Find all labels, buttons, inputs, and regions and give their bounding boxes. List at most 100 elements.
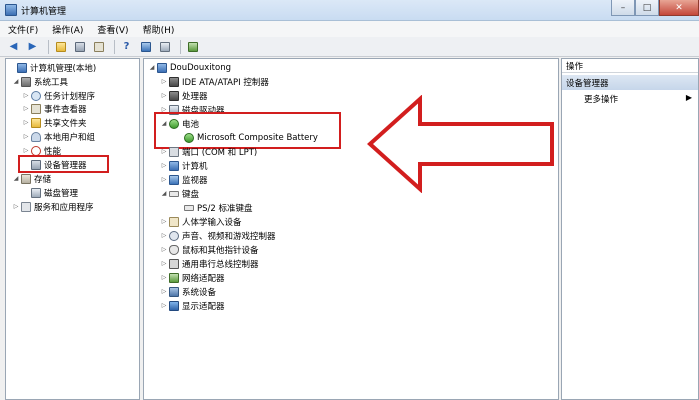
actions-header: 操作	[562, 59, 698, 73]
tree-label: 声音、视频和游戏控制器	[182, 231, 276, 242]
computer-icon	[17, 62, 27, 73]
tree-label: PS/2 标准键盘	[197, 203, 253, 214]
processor-icon	[169, 90, 179, 101]
usb-icon	[169, 258, 179, 269]
device-network[interactable]: ▷ 网络适配器	[160, 271, 225, 284]
device-ide[interactable]: ▷ IDE ATA/ATAPI 控制器	[160, 75, 269, 88]
tree-label: 存储	[34, 174, 52, 185]
device-manager-highlight-box	[18, 155, 109, 173]
maximize-button[interactable]: □	[635, 0, 659, 16]
expand-arrow-icon[interactable]: ▷	[160, 273, 168, 282]
users-icon	[31, 131, 41, 142]
expand-arrow-icon[interactable]: ▷	[22, 132, 30, 141]
expand-arrow-icon[interactable]: ▷	[160, 301, 168, 310]
expand-arrow-icon[interactable]: ▷	[160, 217, 168, 226]
tree-event-viewer[interactable]: ▷ 事件查看器	[22, 102, 87, 115]
tree-label: 服务和应用程序	[34, 202, 94, 213]
expand-arrow-icon[interactable]: ▷	[22, 118, 30, 127]
expand-arrow-icon[interactable]: ▷	[22, 104, 30, 113]
actions-section-device-manager[interactable]: 设备管理器	[562, 75, 698, 90]
up-icon[interactable]	[53, 39, 68, 54]
battery-highlight-box	[154, 112, 341, 149]
more-actions-link[interactable]: 更多操作	[584, 93, 618, 105]
port-icon	[169, 146, 179, 157]
forward-icon[interactable]: ▶	[25, 39, 40, 54]
update-driver-icon[interactable]	[185, 39, 200, 54]
device-mouse[interactable]: ▷ 鼠标和其他指针设备	[160, 243, 259, 256]
expand-arrow-icon[interactable]: ▷	[160, 175, 168, 184]
tree-label: 端口 (COM 和 LPT)	[182, 147, 258, 158]
expand-arrow-icon[interactable]: ▷	[160, 147, 168, 156]
device-display[interactable]: ▷ 显示适配器	[160, 299, 225, 312]
tree-label: 鼠标和其他指针设备	[182, 245, 259, 256]
expand-arrow-icon[interactable]: ▷	[22, 91, 30, 100]
device-ports[interactable]: ▷ 端口 (COM 和 LPT)	[160, 145, 257, 158]
event-icon	[31, 103, 41, 114]
device-system[interactable]: ▷ 系统设备	[160, 285, 216, 298]
device-computer[interactable]: ▷ 计算机	[160, 159, 208, 172]
expand-arrow-icon[interactable]: ▷	[160, 287, 168, 296]
device-processor[interactable]: ▷ 处理器	[160, 89, 208, 102]
tree-label: 计算机管理(本地)	[30, 63, 97, 74]
properties-icon[interactable]	[91, 39, 106, 54]
tree-disk-management[interactable]: 磁盘管理	[31, 186, 78, 199]
services-icon	[21, 201, 31, 212]
clock-icon	[31, 90, 41, 101]
submenu-arrow-icon[interactable]: ▶	[686, 93, 692, 102]
tree-local-users[interactable]: ▷ 本地用户和组	[22, 130, 95, 143]
expand-arrow-icon[interactable]: ▷	[160, 161, 168, 170]
tree-label: 显示适配器	[182, 301, 225, 312]
toolbar-separator	[48, 39, 49, 54]
ide-controller-icon	[169, 76, 179, 87]
tree-label: 人体学输入设备	[182, 217, 242, 228]
scan-icon[interactable]	[157, 39, 172, 54]
back-icon[interactable]: ◀	[6, 39, 21, 54]
tree-root[interactable]: 计算机管理(本地)	[8, 61, 96, 74]
collapse-arrow-icon[interactable]: ◢	[160, 189, 168, 198]
tree-task-scheduler[interactable]: ▷ 任务计划程序	[22, 89, 95, 102]
collapse-arrow-icon[interactable]: ◢	[12, 174, 20, 183]
tree-services-apps[interactable]: ▷ 服务和应用程序	[12, 200, 94, 213]
device-sound[interactable]: ▷ 声音、视频和游戏控制器	[160, 229, 276, 242]
device-monitor[interactable]: ▷ 监视器	[160, 173, 208, 186]
tree-storage[interactable]: ◢ 存储	[12, 172, 51, 185]
device-usb[interactable]: ▷ 通用串行总线控制器	[160, 257, 259, 270]
menu-action[interactable]: 操作(A)	[52, 23, 83, 36]
expand-arrow-icon[interactable]: ▷	[160, 77, 168, 86]
view-icon[interactable]	[138, 39, 153, 54]
help-icon[interactable]: ?	[119, 39, 134, 54]
close-button[interactable]: ✕	[659, 0, 699, 16]
collapse-arrow-icon[interactable]: ◢	[12, 77, 20, 86]
menu-view[interactable]: 查看(V)	[97, 23, 128, 36]
computer-icon	[169, 160, 179, 171]
menu-file[interactable]: 文件(F)	[8, 23, 38, 36]
show-hide-tree-icon[interactable]	[72, 39, 87, 54]
expand-arrow-icon[interactable]: ▷	[160, 259, 168, 268]
expand-arrow-icon[interactable]: ▷	[22, 146, 30, 155]
menu-help[interactable]: 帮助(H)	[143, 23, 175, 36]
expand-arrow-icon[interactable]: ▷	[160, 231, 168, 240]
device-root[interactable]: ◢ DouDouxitong	[148, 61, 231, 74]
console-tree-pane: 计算机管理(本地) ◢ 系统工具 ▷ 任务计划程序 ▷ 事件查看器 ▷ 共享文件…	[5, 58, 140, 400]
device-keyboard[interactable]: ◢ 键盘	[160, 187, 199, 200]
computer-icon	[157, 62, 167, 73]
toolbar-separator	[114, 39, 115, 54]
tree-label: 事件查看器	[44, 104, 87, 115]
collapse-arrow-icon[interactable]: ◢	[148, 63, 156, 72]
tree-label: DouDouxitong	[170, 62, 231, 73]
display-adapter-icon	[169, 300, 179, 311]
device-hid[interactable]: ▷ 人体学输入设备	[160, 215, 242, 228]
expand-arrow-icon[interactable]: ▷	[160, 91, 168, 100]
performance-icon	[31, 145, 41, 156]
tree-system-tools[interactable]: ◢ 系统工具	[12, 75, 68, 88]
tree-label: 任务计划程序	[44, 91, 96, 102]
expand-arrow-icon[interactable]: ▷	[12, 202, 20, 211]
monitor-icon	[169, 174, 179, 185]
expand-arrow-icon[interactable]: ▷	[160, 245, 168, 254]
minimize-button[interactable]: –	[611, 0, 635, 16]
red-arrow-annotation	[367, 95, 554, 193]
device-ps2-keyboard[interactable]: PS/2 标准键盘	[184, 201, 253, 214]
tree-label: 计算机	[182, 161, 208, 172]
tree-shared-folders[interactable]: ▷ 共享文件夹	[22, 116, 87, 129]
disk-icon	[31, 187, 41, 198]
